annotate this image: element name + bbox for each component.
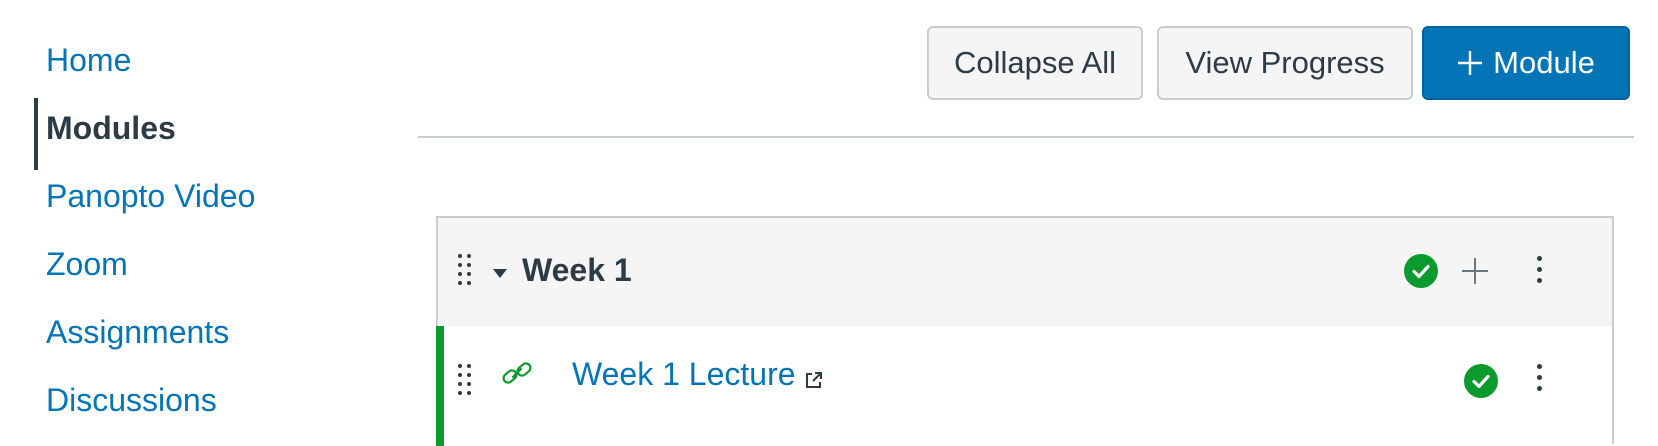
drag-handle-icon[interactable]	[458, 364, 474, 396]
collapse-all-button[interactable]: Collapse All	[927, 26, 1143, 100]
module-title: Week 1	[522, 252, 632, 288]
kebab-icon[interactable]	[1534, 364, 1544, 396]
module-header[interactable]: Week 1	[438, 218, 1612, 328]
plus-icon	[1458, 51, 1483, 75]
external-link-icon	[806, 372, 822, 388]
published-indicator-bar	[436, 326, 444, 446]
nav-item-panopto-video[interactable]: Panopto Video	[46, 176, 255, 216]
collapse-all-label: Collapse All	[954, 45, 1116, 80]
view-progress-button[interactable]: View Progress	[1157, 26, 1413, 100]
add-module-button[interactable]: Module	[1422, 26, 1630, 100]
nav-active-indicator	[34, 98, 38, 170]
kebab-icon[interactable]	[1534, 256, 1544, 288]
collapse-arrow-icon[interactable]	[493, 269, 507, 278]
check-circle-icon[interactable]	[1464, 364, 1498, 398]
nav-item-zoom[interactable]: Zoom	[46, 244, 128, 284]
header-divider	[418, 136, 1634, 138]
nav-item-assignments[interactable]: Assignments	[46, 312, 229, 352]
nav-item-modules[interactable]: Modules	[46, 108, 176, 148]
plus-icon[interactable]	[1460, 256, 1490, 286]
drag-handle-icon[interactable]	[458, 254, 474, 286]
module-item-title[interactable]: Week 1 Lecture	[572, 356, 796, 393]
module-item-row[interactable]: Week 1 Lecture	[436, 326, 1612, 446]
view-progress-label: View Progress	[1185, 45, 1385, 80]
nav-item-home[interactable]: Home	[46, 40, 131, 80]
link-icon	[502, 362, 532, 384]
course-navigation: Home Modules Panopto Video Zoom Assignme…	[0, 0, 380, 444]
add-module-label: Module	[1493, 45, 1595, 80]
module-week-1: Week 1 Week 1 Lecture	[436, 216, 1614, 446]
nav-item-discussions[interactable]: Discussions	[46, 380, 217, 420]
check-circle-icon[interactable]	[1404, 254, 1438, 288]
